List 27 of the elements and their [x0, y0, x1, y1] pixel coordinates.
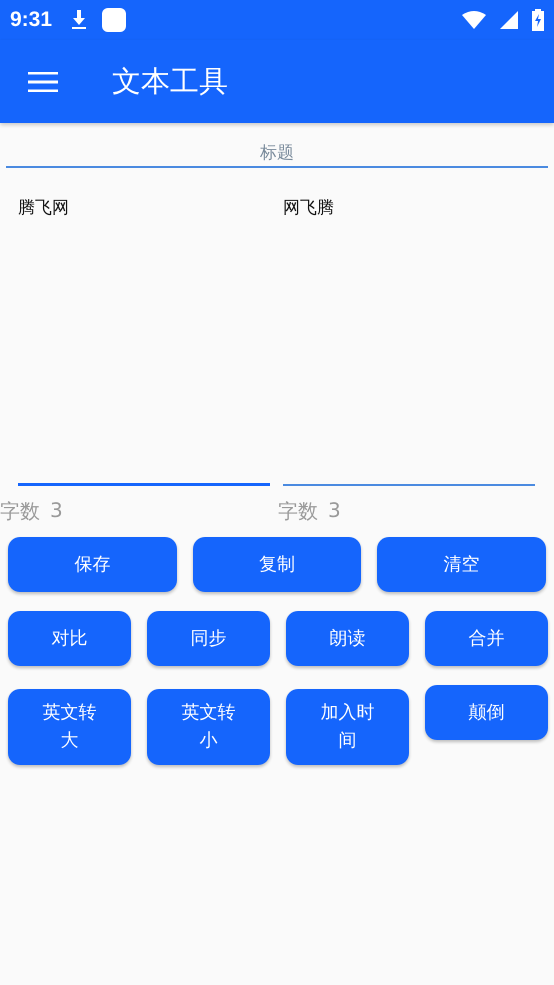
- count-label: 字数: [278, 498, 318, 525]
- download-icon: [70, 10, 88, 30]
- count-value: 3: [50, 498, 63, 524]
- signal-icon: [500, 11, 518, 29]
- count-label: 字数: [0, 498, 40, 525]
- action-button[interactable]: 英文转小: [147, 688, 270, 764]
- count-value: 3: [328, 498, 341, 524]
- action-button[interactable]: 保存: [8, 537, 177, 592]
- status-time: 9:31: [10, 8, 52, 32]
- battery-icon: [532, 9, 544, 31]
- action-button[interactable]: 颠倒: [425, 685, 548, 740]
- action-button[interactable]: 清空: [377, 537, 546, 592]
- title-field[interactable]: 标题: [6, 140, 548, 168]
- action-button[interactable]: 英文转大: [8, 688, 131, 764]
- menu-icon: [28, 72, 58, 92]
- action-button[interactable]: 对比: [8, 611, 131, 666]
- menu-button[interactable]: [28, 72, 58, 92]
- app-title: 文本工具: [112, 62, 228, 100]
- action-button[interactable]: 合并: [425, 611, 548, 666]
- action-button[interactable]: 复制: [192, 537, 362, 592]
- action-button[interactable]: 朗读: [286, 611, 409, 666]
- wifi-icon: [462, 11, 486, 29]
- app-notification-icon: [102, 8, 126, 32]
- text-area[interactable]: 网飞腾: [283, 182, 535, 486]
- action-button[interactable]: 加入时间: [286, 688, 409, 764]
- action-button[interactable]: 同步: [147, 611, 270, 666]
- text-area[interactable]: 腾飞网: [18, 182, 270, 486]
